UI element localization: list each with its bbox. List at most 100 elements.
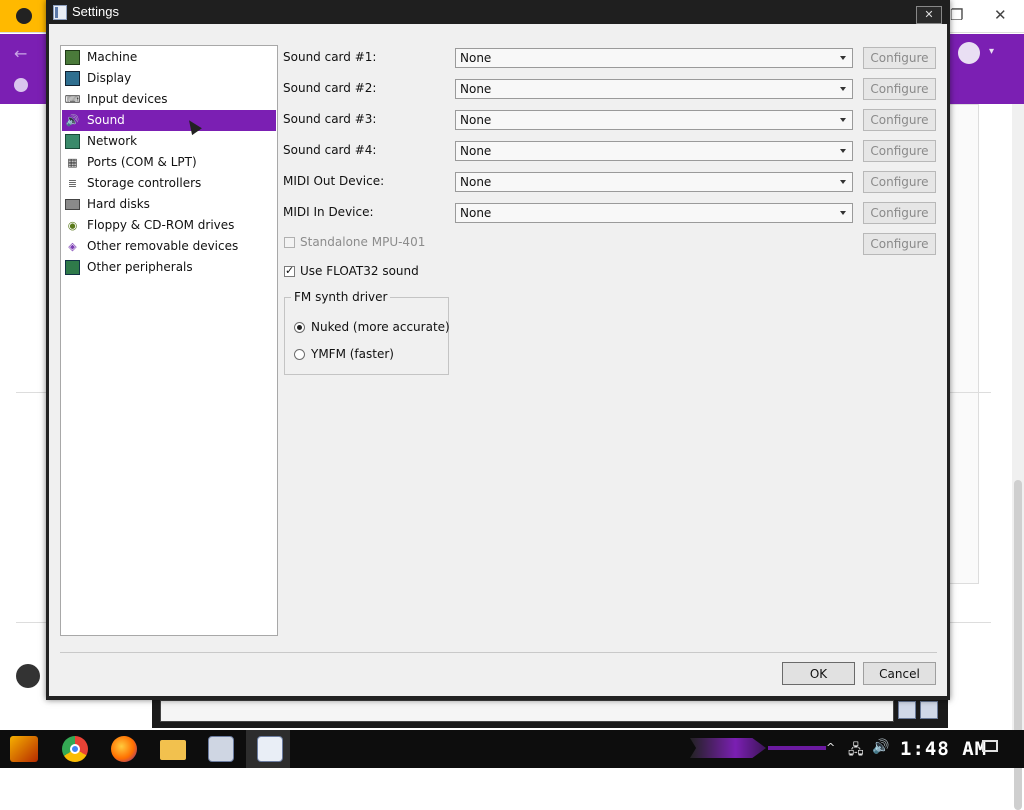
sound-card-3-select[interactable]: None	[455, 110, 853, 130]
github-icon	[16, 664, 40, 688]
mpu401-configure-button[interactable]: Configure	[863, 233, 936, 255]
chrome-icon[interactable]	[62, 736, 88, 762]
dialog-title: Settings	[72, 4, 119, 19]
select-value: None	[460, 51, 492, 65]
hard-disk-icon	[65, 199, 80, 210]
back-arrow-icon[interactable]: ←	[14, 44, 27, 63]
ports-icon: ▦	[67, 156, 78, 169]
taskbar-decoration	[690, 738, 766, 758]
input-devices-icon: ⌨	[64, 93, 81, 106]
scrollbar[interactable]	[1012, 104, 1024, 810]
status-bar-field	[160, 700, 894, 722]
sound-card-4-label: Sound card #4:	[283, 143, 377, 157]
midi-in-select[interactable]: None	[455, 203, 853, 223]
volume-icon[interactable]: 🔊	[872, 739, 889, 755]
midi-out-configure-button[interactable]: Configure	[863, 171, 936, 193]
tree-item-label: Floppy & CD-ROM drives	[87, 218, 235, 232]
ymfm-label: YMFM (faster)	[311, 347, 394, 361]
tree-item-label: Storage controllers	[87, 176, 202, 190]
chevron-down-icon	[840, 149, 846, 153]
machine-icon	[65, 50, 80, 65]
close-icon[interactable]: ✕	[994, 6, 1007, 24]
taskbar: ^ 🖧 🔊 1:48 AM	[0, 730, 1024, 768]
dialog-titlebar[interactable]: Settings ✕	[46, 0, 950, 24]
tree-item-label: Machine	[87, 50, 138, 64]
firefox-icon[interactable]	[111, 736, 137, 762]
github-tab[interactable]	[0, 0, 46, 32]
tree-item-label: Input devices	[87, 92, 168, 106]
file-explorer-icon[interactable]	[160, 740, 186, 760]
network-tray-icon[interactable]: 🖧	[848, 739, 864, 763]
midi-in-configure-button[interactable]: Configure	[863, 202, 936, 224]
status-icon[interactable]	[920, 701, 938, 719]
sound-card-2-label: Sound card #2:	[283, 81, 377, 95]
chevron-down-icon	[840, 211, 846, 215]
select-value: None	[460, 113, 492, 127]
category-tree[interactable]: Machine Display ⌨ Input devices 🔊 Sound …	[60, 45, 278, 636]
fm-synth-group: FM synth driver Nuked (more accurate) YM…	[284, 290, 450, 375]
sound-card-2-configure-button[interactable]: Configure	[863, 78, 936, 100]
sound-icon: 🔊	[65, 114, 80, 127]
mpu401-label: Standalone MPU-401	[300, 235, 426, 249]
tree-item-network[interactable]: Network	[62, 131, 276, 152]
tree-item-label: Hard disks	[87, 197, 150, 211]
tree-item-floppy-cdrom[interactable]: ◉ Floppy & CD-ROM drives	[62, 215, 276, 236]
tree-item-label: Other peripherals	[87, 260, 193, 274]
tree-item-label: Ports (COM & LPT)	[87, 155, 197, 169]
tree-item-display[interactable]: Display	[62, 68, 276, 89]
tree-item-machine[interactable]: Machine	[62, 47, 276, 68]
tree-item-input-devices[interactable]: ⌨ Input devices	[62, 89, 276, 110]
notification-icon[interactable]	[982, 740, 998, 752]
sound-card-1-label: Sound card #1:	[283, 50, 377, 64]
select-value: None	[460, 82, 492, 96]
emulator-icon[interactable]	[257, 736, 283, 762]
fm-synth-group-title: FM synth driver	[291, 290, 391, 304]
tree-item-other-peripherals[interactable]: Other peripherals	[62, 257, 276, 278]
sound-card-1-configure-button[interactable]: Configure	[863, 47, 936, 69]
taskbar-decoration	[768, 746, 826, 750]
float32-checkbox[interactable]	[284, 264, 295, 277]
clock[interactable]: 1:48 AM	[900, 738, 987, 760]
github-icon	[16, 8, 32, 24]
chevron-down-icon[interactable]: ▾	[989, 46, 994, 57]
repo-icon	[14, 78, 28, 92]
sound-card-2-select[interactable]: None	[455, 79, 853, 99]
nuked-label: Nuked (more accurate)	[311, 320, 450, 334]
emulator-manager-icon[interactable]	[208, 736, 234, 762]
select-value: None	[460, 175, 492, 189]
tree-item-sound[interactable]: 🔊 Sound	[62, 110, 276, 131]
sound-card-4-select[interactable]: None	[455, 141, 853, 161]
cancel-button[interactable]: Cancel	[863, 662, 936, 685]
ymfm-radio[interactable]	[294, 349, 305, 360]
restore-icon[interactable]: ❐	[950, 6, 963, 24]
status-icon[interactable]	[898, 701, 916, 719]
display-icon	[65, 71, 80, 86]
ok-button[interactable]: OK	[782, 662, 855, 685]
tree-item-other-removable[interactable]: ◈ Other removable devices	[62, 236, 276, 257]
sound-card-1-select[interactable]: None	[455, 48, 853, 68]
midi-out-label: MIDI Out Device:	[283, 174, 385, 188]
footer-separator	[60, 652, 937, 653]
floppy-cdrom-icon: ◉	[67, 219, 78, 232]
sound-card-4-configure-button[interactable]: Configure	[863, 140, 936, 162]
midi-in-label: MIDI In Device:	[283, 205, 374, 219]
nuked-radio[interactable]	[294, 322, 305, 333]
chevron-up-icon[interactable]: ^	[826, 741, 835, 754]
sound-card-3-configure-button[interactable]: Configure	[863, 109, 936, 131]
tree-item-storage-controllers[interactable]: ≣ Storage controllers	[62, 173, 276, 194]
tree-item-ports[interactable]: ▦ Ports (COM & LPT)	[62, 152, 276, 173]
select-value: None	[460, 206, 492, 220]
network-icon	[65, 134, 80, 149]
settings-dialog: Settings ✕ Machine Display ⌨ Input devic…	[46, 0, 950, 700]
tree-item-hard-disks[interactable]: Hard disks	[62, 194, 276, 215]
close-button[interactable]: ✕	[916, 6, 942, 24]
avatar[interactable]	[958, 42, 980, 64]
storage-controllers-icon: ≣	[67, 177, 78, 190]
mpu401-checkbox[interactable]	[284, 237, 295, 248]
start-menu-icon[interactable]	[10, 736, 38, 762]
removable-devices-icon: ◈	[68, 240, 77, 253]
tree-item-label: Sound	[87, 113, 125, 127]
midi-out-select[interactable]: None	[455, 172, 853, 192]
emulator-status-bar	[152, 698, 948, 728]
background-panel	[948, 104, 979, 584]
